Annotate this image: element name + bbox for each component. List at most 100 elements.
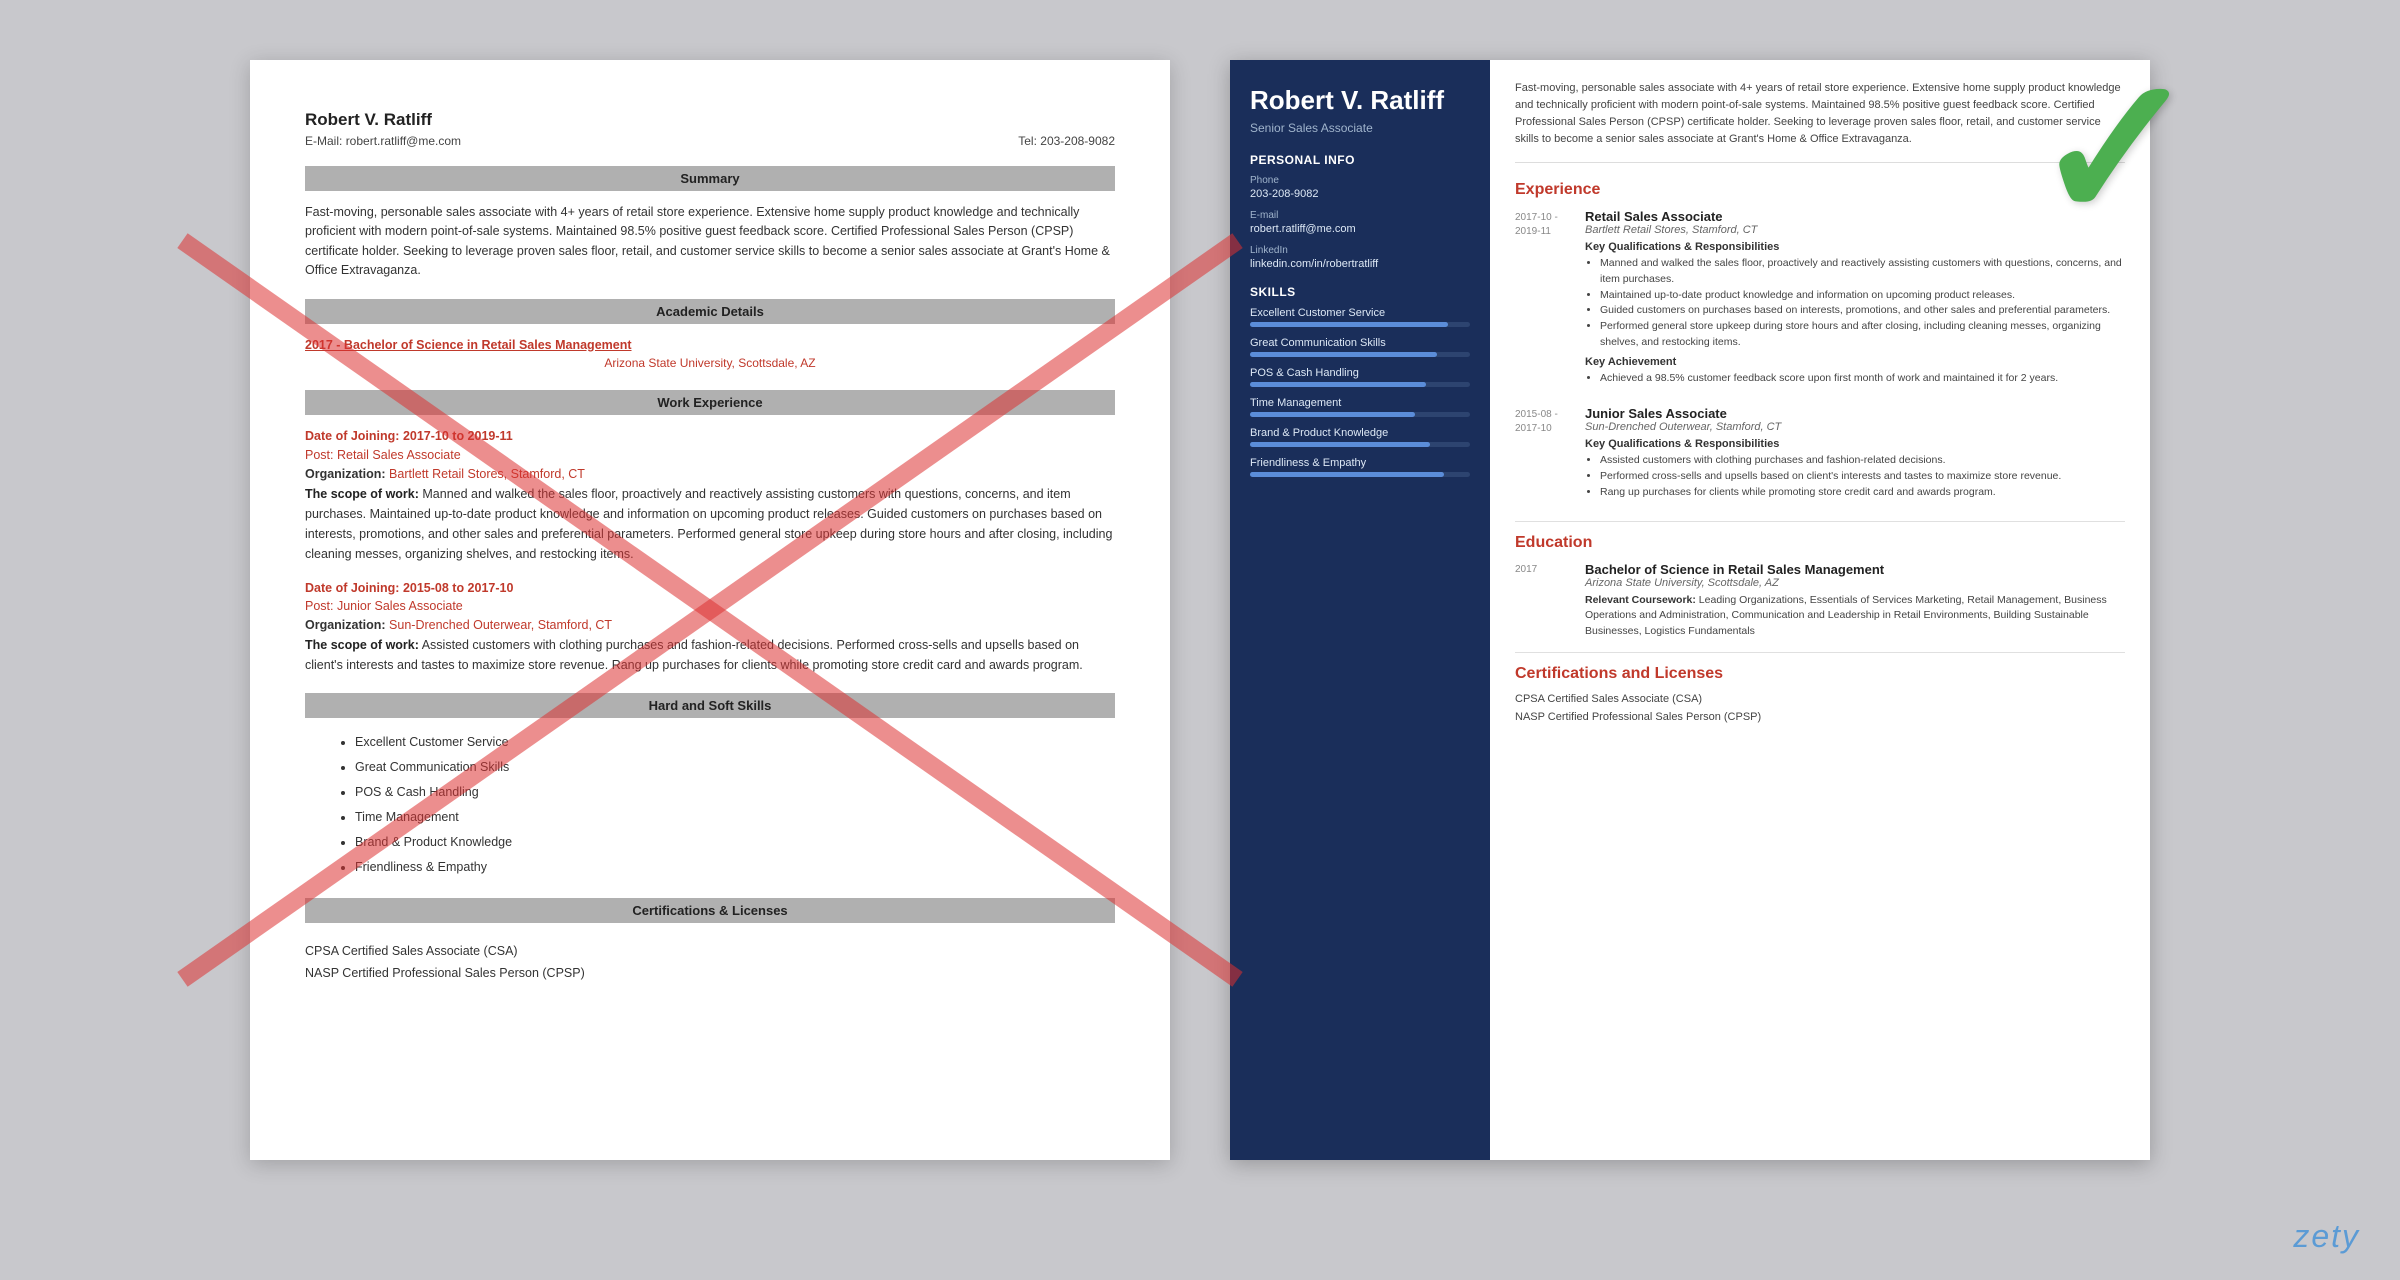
good-sidebar: Robert V. Ratliff Senior Sales Associate… <box>1230 60 1490 1160</box>
work-bar: Work Experience <box>305 390 1115 415</box>
edu-year: 2017 <box>1515 562 1585 640</box>
bad-skill-2: Great Communication Skills <box>355 755 1115 780</box>
bad-job-1: Date of Joining: 2017-10 to 2019-11 Post… <box>305 427 1115 563</box>
divider-1 <box>1515 521 2125 522</box>
bad-skill-6: Friendliness & Empathy <box>355 855 1115 880</box>
certs-bar: Certifications & Licenses <box>305 898 1115 923</box>
good-job1-bullets: Manned and walked the sales floor, proac… <box>1585 256 2125 351</box>
bad-job1-org: Organization: Bartlett Retail Stores, St… <box>305 465 1115 484</box>
divider-2 <box>1515 652 2125 653</box>
bad-email: E-Mail: robert.ratliff@me.com <box>305 134 461 148</box>
bad-cert-2: NASP Certified Professional Sales Person… <box>305 962 1115 985</box>
bad-job2-org: Organization: Sun-Drenched Outerwear, St… <box>305 616 1115 635</box>
good-job2-bullets: Assisted customers with clothing purchas… <box>1585 453 2125 500</box>
skill-bar-fill-0 <box>1250 322 1448 327</box>
skill-bar-fill-2 <box>1250 382 1426 387</box>
skill-bar-bg-1 <box>1250 352 1470 357</box>
good-title: Senior Sales Associate <box>1250 121 1470 135</box>
bad-resume: Robert V. Ratliff E-Mail: robert.ratliff… <box>250 60 1170 1160</box>
good-job1-bullet-4: Performed general store upkeep during st… <box>1600 319 2125 351</box>
good-resume: ✓ Robert V. Ratliff Senior Sales Associa… <box>1230 60 2150 1160</box>
bad-resume-header: Robert V. Ratliff E-Mail: robert.ratliff… <box>305 110 1115 148</box>
zety-watermark: zety <box>2293 1218 2360 1255</box>
good-header-section: Robert V. Ratliff Senior Sales Associate… <box>1230 60 2150 1160</box>
bad-skill-1: Excellent Customer Service <box>355 730 1115 755</box>
good-name: Robert V. Ratliff <box>1250 85 1470 116</box>
bad-job1-post: Post: Retail Sales Associate <box>305 446 1115 465</box>
edu-coursework: Relevant Coursework: Leading Organizatio… <box>1585 593 2125 640</box>
edu-degree: Bachelor of Science in Retail Sales Mana… <box>1585 562 2125 577</box>
skill-bar-fill-1 <box>1250 352 1437 357</box>
good-job2-bullet-1: Assisted customers with clothing purchas… <box>1600 453 2125 469</box>
good-job1-bullet-2: Maintained up-to-date product knowledge … <box>1600 288 2125 304</box>
skill-item-4: Brand & Product Knowledge <box>1250 427 1470 447</box>
bad-cert-1: CPSA Certified Sales Associate (CSA) <box>305 940 1115 963</box>
main-container: Robert V. Ratliff E-Mail: robert.ratliff… <box>0 0 2400 1280</box>
skill-name-3: Time Management <box>1250 397 1470 409</box>
bad-job2-dates: Date of Joining: 2015-08 to 2017-10 <box>305 579 1115 598</box>
skill-bar-bg-2 <box>1250 382 1470 387</box>
good-job2-org: Sun-Drenched Outerwear, Stamford, CT <box>1585 421 2125 433</box>
skill-bar-fill-3 <box>1250 412 1415 417</box>
bad-academic: 2017 - Bachelor of Science in Retail Sal… <box>305 336 1115 373</box>
bad-skills-list: Excellent Customer Service Great Communi… <box>305 730 1115 880</box>
good-linkedin: linkedin.com/in/robertratliff <box>1250 258 1470 270</box>
skill-bar-bg-3 <box>1250 412 1470 417</box>
bad-job1-dates: Date of Joining: 2017-10 to 2019-11 <box>305 427 1115 446</box>
bad-school: Arizona State University, Scottsdale, AZ <box>305 354 1115 372</box>
good-job2-dates: 2015-08 - 2017-10 <box>1515 406 1585 505</box>
good-job1-bullet-3: Guided customers on purchases based on i… <box>1600 303 2125 319</box>
skill-item-1: Great Communication Skills <box>1250 337 1470 357</box>
bad-name: Robert V. Ratliff <box>305 110 1115 130</box>
bad-job1-scope: The scope of work: Manned and walked the… <box>305 484 1115 564</box>
skill-name-0: Excellent Customer Service <box>1250 307 1470 319</box>
phone-label: Phone <box>1250 175 1470 186</box>
skill-name-5: Friendliness & Empathy <box>1250 457 1470 469</box>
skill-bar-bg-0 <box>1250 322 1470 327</box>
coursework-label: Relevant Coursework: <box>1585 594 1696 606</box>
good-job2-title: Junior Sales Associate <box>1585 406 2125 421</box>
skill-item-2: POS & Cash Handling <box>1250 367 1470 387</box>
good-email: robert.ratliff@me.com <box>1250 223 1470 235</box>
good-job-2: 2015-08 - 2017-10 Junior Sales Associate… <box>1515 406 2125 505</box>
skill-item-5: Friendliness & Empathy <box>1250 457 1470 477</box>
good-job2-content: Junior Sales Associate Sun-Drenched Oute… <box>1585 406 2125 505</box>
academic-bar: Academic Details <box>305 299 1115 324</box>
edu-content: Bachelor of Science in Retail Sales Mana… <box>1585 562 2125 640</box>
skill-bar-bg-4 <box>1250 442 1470 447</box>
skills-bar: Hard and Soft Skills <box>305 693 1115 718</box>
skill-bar-fill-4 <box>1250 442 1430 447</box>
skills-bars: Excellent Customer Service Great Communic… <box>1250 307 1470 477</box>
skill-name-1: Great Communication Skills <box>1250 337 1470 349</box>
skill-item-3: Time Management <box>1250 397 1470 417</box>
bad-job2-post: Post: Junior Sales Associate <box>305 597 1115 616</box>
bad-certs: CPSA Certified Sales Associate (CSA) NAS… <box>305 935 1115 985</box>
skill-bar-bg-5 <box>1250 472 1470 477</box>
good-edu-1: 2017 Bachelor of Science in Retail Sales… <box>1515 562 2125 640</box>
email-label: E-mail <box>1250 210 1470 221</box>
good-job2-qual-title: Key Qualifications & Responsibilities <box>1585 438 2125 450</box>
personal-info-title: Personal Info <box>1250 153 1470 167</box>
good-phone: 203-208-9082 <box>1250 188 1470 200</box>
education-title: Education <box>1515 534 2125 552</box>
bad-summary: Fast-moving, personable sales associate … <box>305 203 1115 281</box>
skill-name-2: POS & Cash Handling <box>1250 367 1470 379</box>
good-job1-achievement-title: Key Achievement <box>1585 356 2125 368</box>
skills-title: Skills <box>1250 285 1470 299</box>
bad-skill-3: POS & Cash Handling <box>355 780 1115 805</box>
bad-job2-scope: The scope of work: Assisted customers wi… <box>305 635 1115 675</box>
good-job1-dates: 2017-10 - 2019-11 <box>1515 209 1585 391</box>
certs-title-good: Certifications and Licenses <box>1515 665 2125 683</box>
good-job2-bullet-3: Rang up purchases for clients while prom… <box>1600 485 2125 501</box>
bad-phone: Tel: 203-208-9082 <box>1018 134 1115 148</box>
skill-item-0: Excellent Customer Service <box>1250 307 1470 327</box>
bad-contact: E-Mail: robert.ratliff@me.com Tel: 203-2… <box>305 134 1115 148</box>
good-cert-2: NASP Certified Professional Sales Person… <box>1515 711 2125 723</box>
linkedin-label: LinkedIn <box>1250 245 1470 256</box>
good-job1-achievement-text: Achieved a 98.5% customer feedback score… <box>1600 371 2125 387</box>
bad-job-2: Date of Joining: 2015-08 to 2017-10 Post… <box>305 579 1115 675</box>
bad-skill-4: Time Management <box>355 805 1115 830</box>
good-job1-achievement: Achieved a 98.5% customer feedback score… <box>1585 371 2125 387</box>
bad-skill-5: Brand & Product Knowledge <box>355 830 1115 855</box>
skill-name-4: Brand & Product Knowledge <box>1250 427 1470 439</box>
